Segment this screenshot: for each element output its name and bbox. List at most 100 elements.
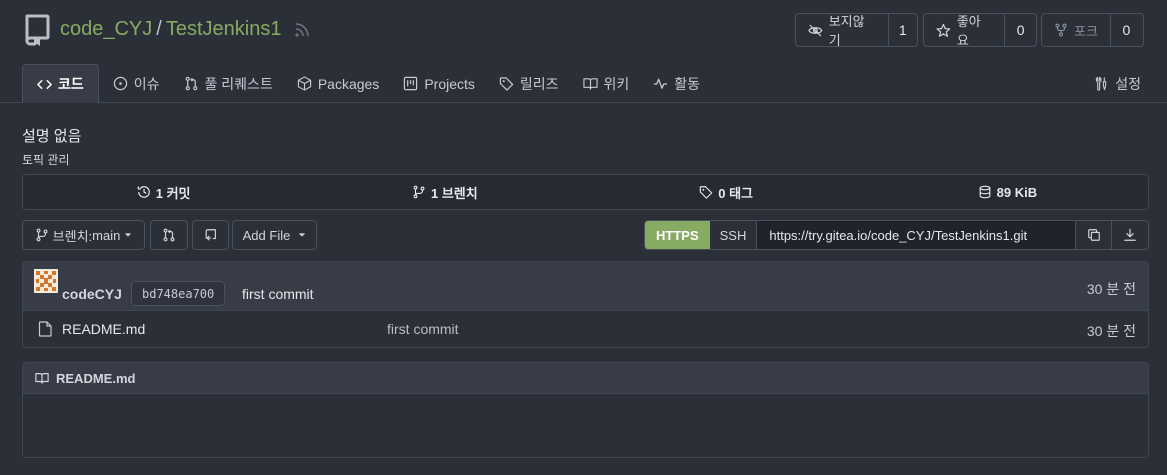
readme-content (23, 394, 1148, 457)
tab-spacer (712, 64, 1082, 103)
file-commit-time: 30 분 전 (1086, 323, 1136, 339)
tag-icon (499, 77, 514, 91)
tags-stat[interactable]: 0 태그 (586, 175, 867, 209)
caret-down-icon (125, 233, 132, 237)
watch-group: 보지않기 1 (795, 13, 918, 47)
tab-wiki[interactable]: 위키 (571, 64, 642, 103)
tab-releases-label: 릴리즈 (519, 75, 559, 92)
file-table: codeCYJ bd748ea700 first commit 30 분 전 R… (22, 261, 1149, 348)
commit-message[interactable]: first commit (242, 286, 314, 302)
tab-packages[interactable]: Packages (285, 64, 391, 103)
book-icon (35, 373, 49, 384)
pull-request-icon (163, 228, 175, 242)
avatar[interactable] (34, 269, 58, 293)
star-group: 좋아요 0 (923, 13, 1037, 47)
manage-topics-link[interactable]: 토픽 관리 (22, 151, 70, 168)
file-commit-message[interactable]: first commit (387, 321, 459, 337)
fork-group: 포크 0 (1041, 13, 1144, 47)
repo-header: code_CYJ / TestJenkins1 보지않기 1 좋아요 0 포크 … (0, 0, 1167, 103)
tab-releases[interactable]: 릴리즈 (487, 64, 571, 103)
repo-tabs: 코드 이슈 풀 리퀘스트 Packages Projects 릴리즈 위키 활동… (22, 64, 1153, 103)
fork-icon (1055, 23, 1067, 37)
book-icon (582, 78, 598, 90)
tab-code[interactable]: 코드 (22, 64, 99, 103)
history-icon (137, 186, 150, 198)
repo-name-link[interactable]: TestJenkins1 (166, 18, 282, 41)
repo-title: code_CYJ / TestJenkins1 (60, 18, 281, 41)
database-icon (979, 185, 991, 199)
download-button[interactable] (1112, 221, 1148, 249)
unwatch-button[interactable]: 보지않기 (796, 14, 888, 46)
add-file-dropdown[interactable]: Add File (232, 220, 317, 250)
package-icon (297, 76, 311, 91)
copy-icon (1087, 229, 1100, 241)
branch-icon (413, 185, 425, 199)
project-icon (404, 76, 418, 91)
commit-sha-label[interactable]: bd748ea700 (131, 281, 226, 306)
size-stat: 89 KiB (867, 175, 1148, 209)
unwatch-label: 보지않기 (828, 14, 865, 47)
commits-stat-label: 1 커밋 (155, 185, 191, 201)
tools-icon (1096, 76, 1107, 91)
star-count[interactable]: 0 (1004, 14, 1036, 46)
tab-issues-label: 이슈 (133, 75, 160, 92)
tab-projects[interactable]: Projects (391, 64, 487, 103)
latest-commit-row: codeCYJ bd748ea700 first commit 30 분 전 (23, 262, 1148, 311)
fork-label: 포크 (1074, 23, 1098, 39)
caret-down-icon (299, 233, 306, 237)
readme-header: README.md (23, 363, 1148, 394)
tab-packages-label: Packages (317, 75, 380, 92)
repo-push-icon (205, 229, 216, 241)
branches-stat-label: 1 브렌치 (431, 185, 478, 201)
mirror-sync-button[interactable] (192, 220, 229, 250)
pull-request-icon (185, 76, 197, 91)
pulse-icon (654, 78, 668, 89)
star-button[interactable]: 좋아요 (924, 14, 1004, 46)
star-label: 좋아요 (956, 14, 981, 47)
tags-stat-label: 0 태그 (718, 185, 753, 201)
fork-count[interactable]: 0 (1109, 14, 1142, 46)
branch-dropdown[interactable]: 브렌치: main (22, 220, 145, 250)
tab-activity[interactable]: 활동 (641, 64, 712, 103)
branch-icon (36, 228, 48, 242)
repo-stats-bar: 1 커밋 1 브렌치 0 태그 89 KiB (22, 174, 1149, 210)
commit-time: 30 분 전 (1086, 281, 1136, 297)
fork-button[interactable]: 포크 (1042, 14, 1110, 46)
repo-description: 설명 없음 (22, 128, 82, 145)
branch-dropdown-value: main (92, 227, 121, 243)
add-file-label: Add File (242, 227, 291, 243)
clone-panel: HTTPS SSH https://try.gitea.io/code_CYJ/… (644, 220, 1149, 250)
clone-url-input[interactable]: https://try.gitea.io/code_CYJ/TestJenkin… (757, 221, 1076, 249)
issue-icon (113, 76, 127, 91)
tab-issues[interactable]: 이슈 (101, 64, 172, 103)
tab-projects-label: Projects (424, 75, 475, 92)
size-stat-label: 89 KiB (996, 184, 1038, 200)
tab-code-label: 코드 (58, 76, 84, 92)
rss-icon[interactable] (294, 22, 310, 38)
file-name-link[interactable]: README.md (62, 321, 145, 337)
copy-url-button[interactable] (1076, 221, 1112, 249)
branches-stat[interactable]: 1 브렌치 (304, 175, 585, 209)
branch-dropdown-label: 브렌치: (52, 228, 93, 244)
repository-icon (25, 14, 50, 46)
star-icon (936, 23, 951, 37)
tag-icon (699, 186, 713, 199)
tab-pull-requests-label: 풀 리퀘스트 (204, 75, 273, 92)
clone-https-button[interactable]: HTTPS (645, 221, 710, 249)
compare-button[interactable] (150, 220, 188, 250)
file-icon (38, 321, 52, 337)
repo-title-separator: / (156, 18, 162, 40)
commits-stat[interactable]: 1 커밋 (23, 175, 304, 209)
tab-settings-label: 설정 (1115, 75, 1141, 92)
table-row: README.md first commit 30 분 전 (23, 311, 1148, 347)
eye-closed-icon (808, 24, 823, 36)
clone-ssh-button[interactable]: SSH (709, 221, 758, 249)
commit-author[interactable]: codeCYJ (62, 286, 122, 302)
readme-title: README.md (56, 370, 136, 386)
tab-activity-label: 활동 (674, 75, 701, 92)
watch-count[interactable]: 1 (887, 14, 917, 46)
download-icon (1124, 228, 1136, 241)
tab-settings[interactable]: 설정 (1082, 64, 1153, 103)
repo-owner-link[interactable]: code_CYJ (60, 18, 152, 41)
tab-pull-requests[interactable]: 풀 리퀘스트 (172, 64, 285, 103)
